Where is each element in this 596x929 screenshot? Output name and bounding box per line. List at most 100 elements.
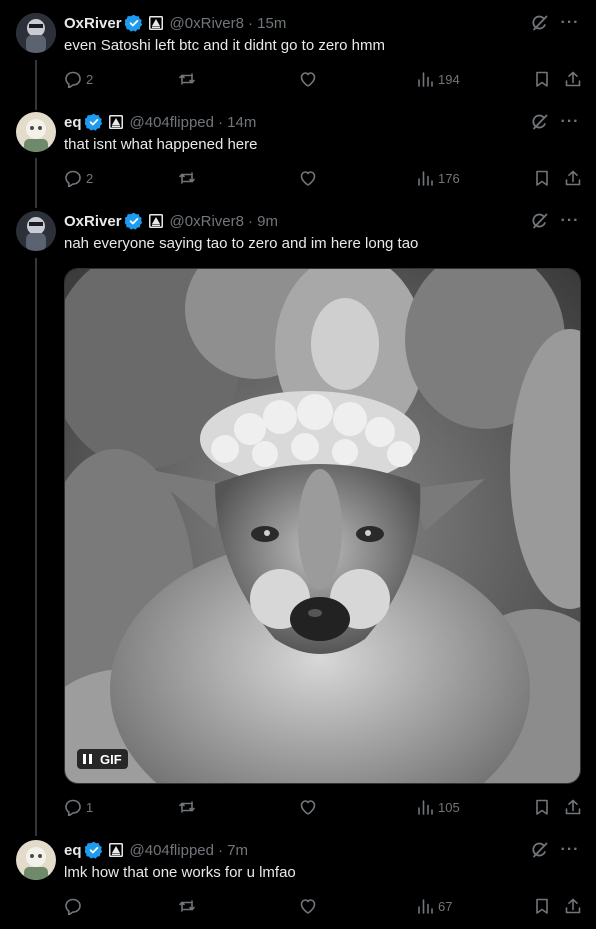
user-handle[interactable]: @0xRiver8 — [170, 15, 244, 32]
tweet-header: OxRiver @0xRiver8 · 9m — [64, 211, 278, 231]
more-icon[interactable]: ··· — [560, 211, 580, 231]
share-button[interactable] — [564, 897, 582, 915]
tweet-header: eq @404flipped · 14m — [64, 112, 256, 132]
views-button[interactable]: 176 — [416, 169, 460, 187]
timestamp[interactable]: · 9m — [248, 213, 278, 230]
share-icon — [565, 898, 581, 914]
like-button[interactable] — [299, 897, 321, 915]
action-bar: 1 105 — [64, 798, 582, 818]
views-button[interactable]: 105 — [416, 798, 460, 816]
share-icon — [565, 799, 581, 815]
tweet[interactable]: eq @404flipped · 7m ··· lmk how that one… — [0, 840, 596, 920]
bookmark-icon — [536, 799, 548, 815]
reply-icon — [65, 71, 81, 88]
affiliation-icon[interactable] — [108, 114, 124, 130]
tweet-header: OxRiver @0xRiver8 · 15m — [64, 13, 286, 33]
views-icon — [418, 800, 433, 815]
tweet[interactable]: eq @404flipped · 14m ··· that isnt what … — [0, 112, 596, 192]
retweet-button[interactable] — [178, 169, 200, 187]
reply-button[interactable]: 2 — [64, 70, 93, 88]
share-icon — [565, 170, 581, 186]
more-icon[interactable]: ··· — [560, 112, 580, 132]
affiliation-icon[interactable] — [148, 213, 164, 229]
more-icon[interactable]: ··· — [560, 13, 580, 33]
retweet-button[interactable] — [178, 798, 200, 816]
tweet-header: eq @404flipped · 7m — [64, 840, 248, 860]
bookmark-button[interactable] — [533, 70, 551, 88]
bookmark-icon — [536, 898, 548, 914]
like-button[interactable] — [299, 70, 321, 88]
user-handle[interactable]: @404flipped — [130, 114, 214, 131]
retweet-icon — [179, 73, 195, 85]
tweet[interactable]: OxRiver @0xRiver8 · 15m ··· even Satoshi… — [0, 13, 596, 93]
user-handle[interactable]: @0xRiver8 — [170, 213, 244, 230]
reply-icon — [65, 898, 81, 915]
retweet-icon — [179, 172, 195, 184]
views-count: 194 — [438, 71, 460, 87]
bookmark-button[interactable] — [533, 897, 551, 915]
views-count: 67 — [438, 898, 453, 914]
reply-button[interactable]: 1 — [64, 798, 93, 816]
timestamp[interactable]: · 14m — [218, 114, 256, 131]
tweet-text: lmk how that one works for u lmfao — [64, 864, 296, 881]
bookmark-button[interactable] — [533, 169, 551, 187]
grok-icon[interactable] — [530, 211, 550, 231]
gif-label: GIF — [100, 751, 122, 767]
gif-media[interactable]: GIF — [64, 268, 581, 784]
share-button[interactable] — [564, 798, 582, 816]
affiliation-icon[interactable] — [108, 842, 124, 858]
reply-count: 2 — [86, 170, 94, 186]
reply-icon — [65, 170, 81, 187]
views-icon — [418, 72, 433, 87]
timestamp[interactable]: · 15m — [248, 15, 286, 32]
affiliation-icon[interactable] — [148, 15, 164, 31]
grok-icon[interactable] — [530, 13, 550, 33]
views-button[interactable]: 194 — [416, 70, 460, 88]
reply-count: 1 — [86, 799, 94, 815]
gif-pause-button[interactable]: GIF — [77, 749, 128, 769]
share-button[interactable] — [564, 70, 582, 88]
like-icon — [300, 72, 316, 87]
avatar[interactable] — [16, 112, 56, 152]
like-icon — [300, 800, 316, 815]
like-icon — [300, 899, 316, 914]
like-button[interactable] — [299, 798, 321, 816]
reply-button[interactable]: 2 — [64, 169, 93, 187]
retweet-button[interactable] — [178, 70, 200, 88]
like-button[interactable] — [299, 169, 321, 187]
tweet-top-actions: ··· — [530, 112, 580, 132]
tweet-text: that isnt what happened here — [64, 136, 258, 153]
grok-icon[interactable] — [530, 840, 550, 860]
display-name[interactable]: eq — [64, 114, 82, 131]
wolf-in-sheep-gif — [65, 269, 580, 783]
pause-icon — [83, 754, 92, 764]
avatar[interactable] — [16, 13, 56, 53]
tweet-text: even Satoshi left btc and it didnt go to… — [64, 37, 386, 54]
grok-icon[interactable] — [530, 112, 550, 132]
user-handle[interactable]: @404flipped — [130, 842, 214, 859]
share-icon — [565, 71, 581, 87]
reply-button[interactable] — [64, 897, 86, 915]
avatar[interactable] — [16, 840, 56, 880]
verified-badge-icon — [124, 14, 143, 32]
timestamp[interactable]: · 7m — [218, 842, 248, 859]
verified-badge-icon — [84, 113, 103, 131]
views-button[interactable]: 67 — [416, 897, 452, 915]
bookmark-button[interactable] — [533, 798, 551, 816]
tweet-top-actions: ··· — [530, 840, 580, 860]
display-name[interactable]: OxRiver — [64, 213, 122, 230]
avatar[interactable] — [16, 211, 56, 251]
display-name[interactable]: OxRiver — [64, 15, 122, 32]
more-icon[interactable]: ··· — [560, 840, 580, 860]
retweet-icon — [179, 801, 195, 813]
bookmark-icon — [536, 170, 548, 186]
retweet-icon — [179, 900, 195, 912]
tweet-text: nah everyone saying tao to zero and im h… — [64, 235, 419, 252]
tweet-top-actions: ··· — [530, 211, 580, 231]
views-count: 176 — [438, 170, 460, 186]
action-bar: 2 194 — [64, 70, 582, 90]
share-button[interactable] — [564, 169, 582, 187]
like-icon — [300, 171, 316, 186]
retweet-button[interactable] — [178, 897, 200, 915]
display-name[interactable]: eq — [64, 842, 82, 859]
